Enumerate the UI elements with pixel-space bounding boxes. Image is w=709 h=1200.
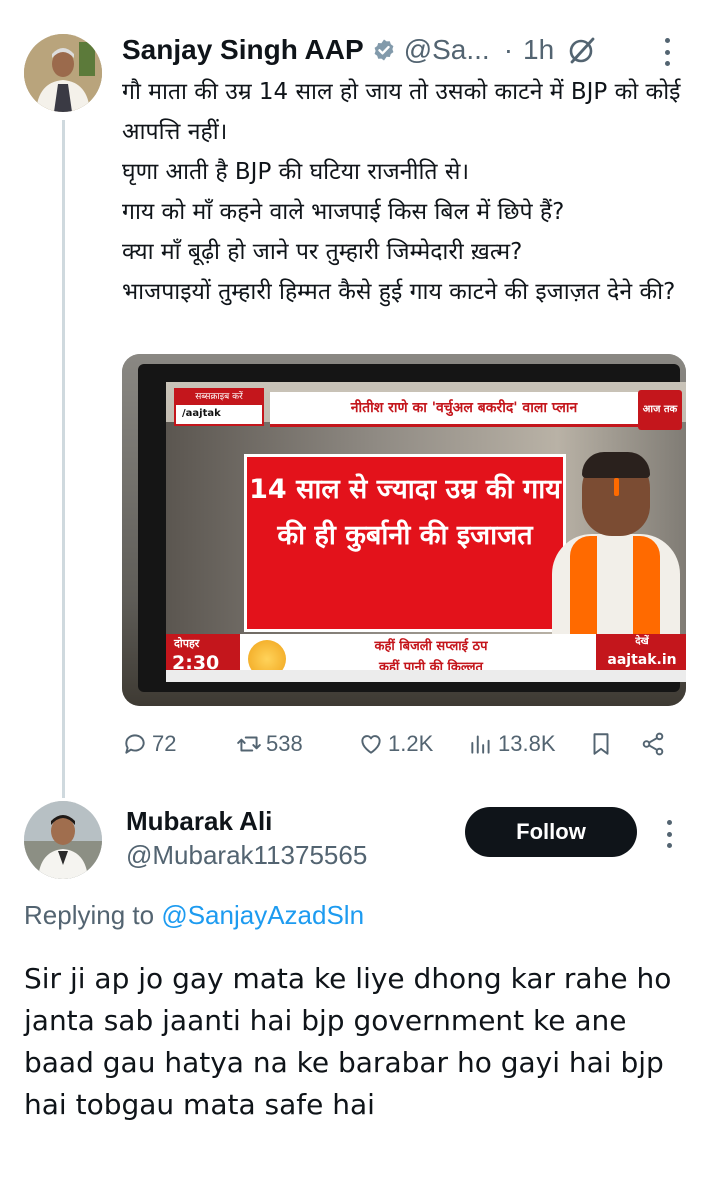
- views-chart-icon: [471, 735, 490, 754]
- channel-logo: आज तक: [638, 390, 682, 430]
- follow-button[interactable]: Follow: [465, 807, 637, 857]
- tv-screen: सब्सक्राइब करें /aajtak नीतीश राणे का 'व…: [166, 382, 686, 682]
- reply-icon: [125, 734, 145, 754]
- tweet-header: Sanjay Singh AAP @Sa... · 1h: [122, 30, 682, 70]
- author-handle[interactable]: @Sa...: [404, 34, 490, 66]
- bookmark-button[interactable]: [588, 724, 618, 764]
- grok-icon[interactable]: [566, 34, 598, 66]
- tweet-more-options-icon[interactable]: [664, 38, 670, 66]
- reply-author-handle[interactable]: @Mubarak11375565: [126, 840, 367, 871]
- ticker-nav-strip: [166, 670, 686, 682]
- tweet-action-bar: 72 538 1.2K 13.8K: [122, 724, 682, 764]
- ticker-time-label: दोपहर: [174, 637, 200, 650]
- thread-connector-line: [62, 120, 65, 798]
- tweet-media-image[interactable]: सब्सक्राइब करें /aajtak नीतीश राणे का 'व…: [122, 354, 686, 706]
- like-button[interactable]: 1.2K: [358, 724, 433, 764]
- news-main-text: 14 साल से ज्यादा उम्र की गाय की ही कुर्ब…: [244, 454, 566, 632]
- share-button[interactable]: [640, 724, 670, 764]
- heart-icon: [361, 735, 381, 754]
- subscribe-handle: /aajtak: [182, 408, 221, 419]
- replying-to-line: Replying to @SanjayAzadSln: [24, 900, 364, 931]
- reply-text: Sir ji ap jo gay mata ke liye dhong kar …: [24, 962, 672, 1121]
- author-avatar[interactable]: [24, 34, 102, 112]
- watch-site: aajtak.in: [607, 652, 677, 668]
- reply-author-avatar[interactable]: [24, 801, 102, 879]
- views-count: 13.8K: [498, 731, 556, 756]
- tweet-time[interactable]: 1h: [523, 34, 554, 66]
- repost-icon: [237, 736, 261, 752]
- news-headline: नीतीश राणे का 'वर्चुअल बकरीद' वाला प्लान: [270, 392, 658, 427]
- reply-avatar-photo: [24, 801, 102, 879]
- reply-button[interactable]: 72: [122, 724, 176, 764]
- bookmark-icon: [593, 733, 609, 755]
- repost-button[interactable]: 538: [236, 724, 303, 764]
- subscribe-label: सब्सक्राइब करें: [176, 390, 262, 405]
- watch-label: देखें: [635, 636, 649, 647]
- replying-to-prefix: Replying to: [24, 900, 155, 930]
- views-button[interactable]: 13.8K: [468, 724, 556, 764]
- like-count: 1.2K: [388, 731, 434, 756]
- reply-count: 72: [152, 731, 177, 756]
- header-separator: ·: [503, 34, 514, 65]
- subscribe-badge: सब्सक्राइब करें /aajtak: [174, 388, 264, 426]
- reply-author-name[interactable]: Mubarak Ali: [126, 806, 272, 837]
- news-person-photo: [546, 438, 686, 644]
- reply-more-options-icon[interactable]: [666, 820, 672, 848]
- ticker-line-1: कहीं बिजली सप्लाई ठप: [374, 639, 488, 654]
- replying-to-handle-link[interactable]: @SanjayAzadSln: [161, 900, 364, 930]
- repost-count: 538: [266, 731, 303, 756]
- tv-frame: सब्सक्राइब करें /aajtak नीतीश राणे का 'व…: [138, 364, 686, 692]
- author-name[interactable]: Sanjay Singh AAP: [122, 34, 364, 66]
- share-icon: [642, 732, 664, 756]
- news-ticker: दोपहर 2:30 बजे कहीं बिजली सप्लाई ठप कहीं…: [166, 634, 686, 682]
- tweet-text: गौ माता की उम्र 14 साल हो जाय तो उसको का…: [122, 79, 681, 305]
- verified-badge-icon: [374, 39, 394, 61]
- avatar-photo: [24, 34, 102, 112]
